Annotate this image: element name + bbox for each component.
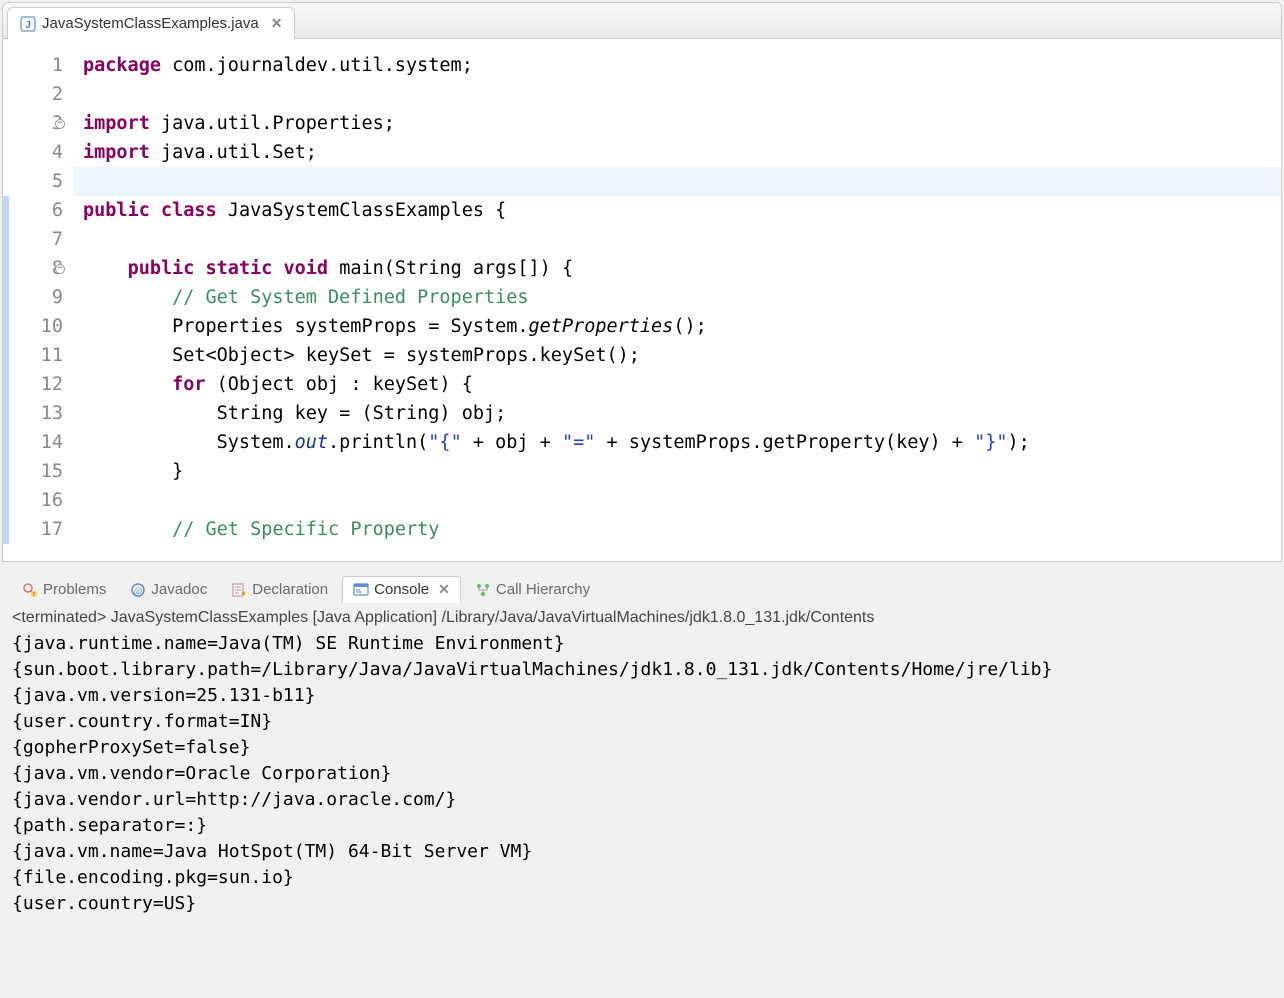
editor-pane: J JavaSystemClassExamples.java ✕ 123−456…: [2, 2, 1282, 562]
line-number: 12: [3, 370, 63, 399]
tab-label: Console: [374, 581, 429, 598]
console-line: {user.country=US}: [12, 891, 1272, 917]
tab-label: Problems: [43, 581, 106, 598]
tab-label: Javadoc: [151, 581, 207, 598]
console-line: {path.separator=:}: [12, 813, 1272, 839]
line-number: 3−: [3, 109, 63, 138]
code-line[interactable]: // Get Specific Property: [83, 515, 1281, 544]
declaration-icon: [231, 582, 247, 598]
console-output[interactable]: {java.runtime.name=Java(TM) SE Runtime E…: [2, 629, 1282, 919]
code-line[interactable]: System.out.println("{" + obj + "=" + sys…: [83, 428, 1281, 457]
console-status: <terminated> JavaSystemClassExamples [Ja…: [2, 607, 1282, 629]
fold-toggle-icon[interactable]: −: [55, 119, 65, 129]
code-line[interactable]: [83, 80, 1281, 109]
console-line: {java.vm.version=25.131-b11}: [12, 683, 1272, 709]
code-content[interactable]: package com.journaldev.util.system; impor…: [73, 39, 1281, 561]
line-number: 5: [3, 167, 63, 196]
line-number: 13: [3, 399, 63, 428]
tab-declaration[interactable]: Declaration: [221, 577, 338, 602]
code-line[interactable]: }: [83, 457, 1281, 486]
code-editor[interactable]: 123−45678−91011121314151617 package com.…: [3, 39, 1281, 561]
code-line[interactable]: package com.journaldev.util.system;: [83, 51, 1281, 80]
code-line[interactable]: // Get System Defined Properties: [83, 283, 1281, 312]
code-line[interactable]: for (Object obj : keySet) {: [83, 370, 1281, 399]
line-number: 9: [3, 283, 63, 312]
code-line[interactable]: Set<Object> keySet = systemProps.keySet(…: [83, 341, 1281, 370]
fold-toggle-icon[interactable]: −: [55, 264, 65, 274]
line-number: 16: [3, 486, 63, 515]
close-icon[interactable]: ✕: [271, 15, 283, 32]
console-line: {java.vm.vendor=Oracle Corporation}: [12, 761, 1272, 787]
line-number: 8−: [3, 254, 63, 283]
code-line[interactable]: public static void main(String args[]) {: [83, 254, 1281, 283]
svg-text:@: @: [134, 586, 142, 596]
code-line[interactable]: [83, 486, 1281, 515]
line-number: 17: [3, 515, 63, 544]
tab-problems[interactable]: ! Problems: [12, 577, 116, 602]
java-file-icon: J: [20, 16, 36, 32]
tab-label: Declaration: [252, 581, 328, 598]
line-number: 1: [3, 51, 63, 80]
editor-tab-bar: J JavaSystemClassExamples.java ✕: [3, 3, 1281, 39]
svg-text:J: J: [25, 20, 31, 31]
code-line[interactable]: Properties systemProps = System.getPrope…: [83, 312, 1281, 341]
code-line[interactable]: public class JavaSystemClassExamples {: [83, 196, 1281, 225]
console-line: {java.vendor.url=http://java.oracle.com/…: [12, 787, 1272, 813]
code-line[interactable]: [83, 225, 1281, 254]
console-line: {sun.boot.library.path=/Library/Java/Jav…: [12, 657, 1272, 683]
line-number: 7: [3, 225, 63, 254]
line-number: 6: [3, 196, 63, 225]
javadoc-icon: @: [130, 582, 146, 598]
console-line: {java.vm.name=Java HotSpot(TM) 64-Bit Se…: [12, 839, 1272, 865]
console-line: {user.country.format=IN}: [12, 709, 1272, 735]
line-number: 14: [3, 428, 63, 457]
line-number: 15: [3, 457, 63, 486]
tab-console[interactable]: Console ✕: [342, 576, 461, 603]
tab-label: Call Hierarchy: [496, 581, 590, 598]
svg-text:!: !: [33, 592, 34, 598]
tab-call-hierarchy[interactable]: Call Hierarchy: [465, 577, 600, 602]
line-number-gutter: 123−45678−91011121314151617: [3, 39, 73, 561]
line-number: 4: [3, 138, 63, 167]
line-number: 2: [3, 80, 63, 109]
view-tab-bar: ! Problems @ Javadoc Declaration Console…: [2, 570, 1282, 607]
editor-tab-filename: JavaSystemClassExamples.java: [42, 15, 259, 32]
line-number: 10: [3, 312, 63, 341]
problems-icon: !: [22, 582, 38, 598]
bottom-panel: ! Problems @ Javadoc Declaration Console…: [2, 570, 1282, 996]
editor-tab[interactable]: J JavaSystemClassExamples.java ✕: [7, 7, 295, 39]
close-icon[interactable]: ✕: [438, 581, 450, 598]
console-line: {file.encoding.pkg=sun.io}: [12, 865, 1272, 891]
console-line: {java.runtime.name=Java(TM) SE Runtime E…: [12, 631, 1272, 657]
code-line[interactable]: import java.util.Set;: [83, 138, 1281, 167]
code-line[interactable]: String key = (String) obj;: [83, 399, 1281, 428]
code-line[interactable]: [73, 167, 1281, 196]
call-hierarchy-icon: [475, 582, 491, 598]
console-icon: [353, 582, 369, 598]
line-number: 11: [3, 341, 63, 370]
console-line: {gopherProxySet=false}: [12, 735, 1272, 761]
code-line[interactable]: import java.util.Properties;: [83, 109, 1281, 138]
tab-javadoc[interactable]: @ Javadoc: [120, 577, 217, 602]
